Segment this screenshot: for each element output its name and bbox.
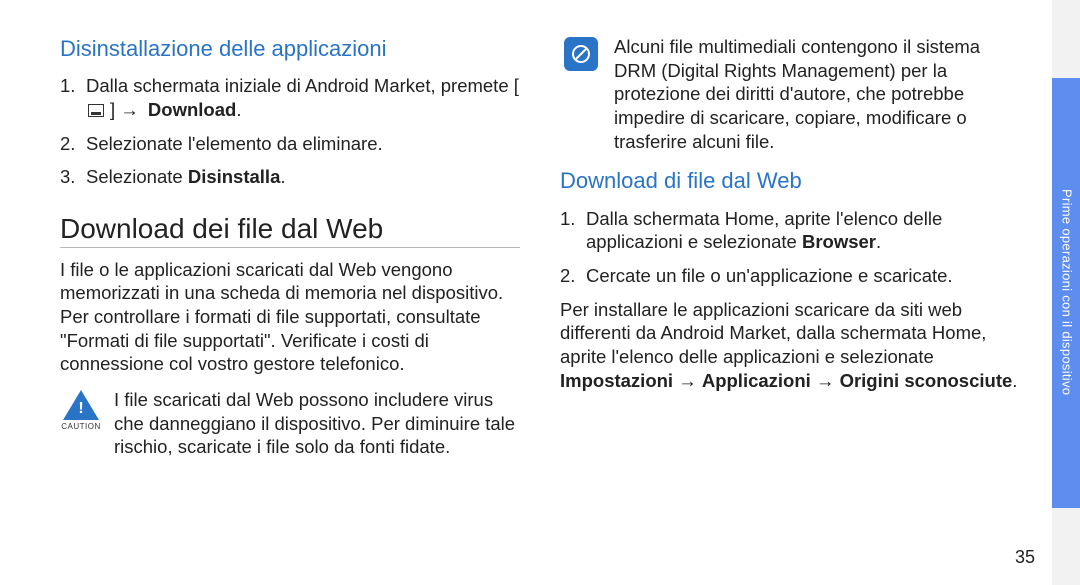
bold-origini: Origini sconosciute — [840, 370, 1013, 391]
bold-browser: Browser — [802, 231, 876, 252]
heading-download-file: Download di file dal Web — [560, 167, 1020, 195]
list-item: Cercate un file o un'applicazione e scar… — [560, 264, 1020, 288]
menu-icon — [88, 104, 104, 117]
note-text: Alcuni file multimediali contengono il s… — [614, 35, 1020, 153]
heading-download-web: Download dei file dal Web — [60, 211, 520, 248]
note-callout: Alcuni file multimediali contengono il s… — [560, 35, 1020, 153]
caution-label: CAUTION — [61, 422, 101, 432]
step-text: Dalla schermata Home, aprite l'elenco de… — [586, 208, 942, 253]
left-column: Disinstallazione delle applicazioni Dall… — [60, 35, 520, 473]
period: . — [280, 166, 285, 187]
paragraph-download: I file o le applicazioni scaricati dal W… — [60, 258, 520, 376]
install-text: Per installare le applicazioni scaricare… — [560, 299, 986, 367]
sidebar-tabs: Prime operazioni con il dispositivo — [1052, 0, 1080, 585]
step-text: Selezionate l'elemento da eliminare. — [86, 133, 383, 154]
sidebar-spacer — [1052, 508, 1080, 585]
download-steps: Dalla schermata Home, aprite l'elenco de… — [560, 207, 1020, 288]
bold-download: Download — [148, 99, 236, 120]
note-icon-wrap — [560, 35, 602, 153]
sidebar-spacer — [1052, 0, 1080, 78]
bold-disinstalla: Disinstalla — [188, 166, 281, 187]
step-text: Dalla schermata iniziale di Android Mark… — [86, 75, 519, 96]
triangle-icon — [63, 390, 99, 420]
arrow: → — [811, 370, 840, 391]
period: . — [236, 99, 241, 120]
page-number: 35 — [1015, 546, 1035, 569]
heading-uninstall: Disinstallazione delle applicazioni — [60, 35, 520, 63]
caution-callout: CAUTION I file scaricati dal Web possono… — [60, 388, 520, 459]
page-content: Disinstallazione delle applicazioni Dall… — [0, 0, 1080, 473]
caution-icon: CAUTION — [60, 388, 102, 459]
bold-applicazioni: Applicazioni — [702, 370, 811, 391]
uninstall-steps: Dalla schermata iniziale di Android Mark… — [60, 74, 520, 189]
period: . — [876, 231, 881, 252]
period: . — [1012, 370, 1017, 391]
arrow-text: ] → — [106, 99, 148, 120]
step-text: Selezionate — [86, 166, 188, 187]
bold-impostazioni: Impostazioni — [560, 370, 673, 391]
paragraph-install: Per installare le applicazioni scaricare… — [560, 298, 1020, 393]
list-item: Dalla schermata iniziale di Android Mark… — [60, 74, 520, 121]
caution-text: I file scaricati dal Web possono include… — [114, 388, 520, 459]
step-text: Cercate un file o un'applicazione e scar… — [586, 265, 953, 286]
arrow: → — [673, 370, 702, 391]
list-item: Selezionate Disinstalla. — [60, 165, 520, 189]
list-item: Selezionate l'elemento da eliminare. — [60, 132, 520, 156]
right-column: Alcuni file multimediali contengono il s… — [560, 35, 1020, 473]
sidebar-active-tab: Prime operazioni con il dispositivo — [1052, 78, 1080, 508]
list-item: Dalla schermata Home, aprite l'elenco de… — [560, 207, 1020, 254]
note-icon — [564, 37, 598, 71]
